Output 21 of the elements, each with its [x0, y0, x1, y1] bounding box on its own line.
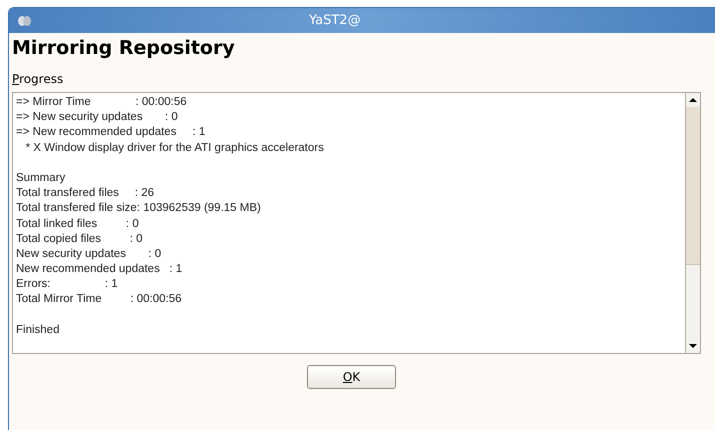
log-line: Total transfered files : 26 [16, 186, 154, 202]
log-line: * X Window display driver for the ATI graphics accelerators [24, 140, 324, 156]
log-line: Finished [16, 322, 60, 338]
app-icon [17, 14, 31, 26]
log-line: Summary [16, 170, 66, 186]
log-line: => New recommended updates : 1 [16, 125, 206, 140]
log-line: Total transfered file size: 103962539 (99.15 MB) [16, 201, 261, 216]
log-line: Total linked files : 0 [16, 216, 139, 232]
log-line: New security updates : 0 [16, 246, 162, 262]
progress-label: Progress [12, 71, 64, 88]
log-line: => Mirror Time : 00:00:56 [16, 95, 187, 110]
log-line: Total copied files : 0 [16, 232, 143, 247]
log-line: New recommended updates : 1 [16, 262, 182, 278]
scrollbar[interactable] [685, 93, 700, 353]
log-line: Total Mirror Time : 00:00:56 [16, 292, 182, 308]
ok-button[interactable]: OK [307, 365, 396, 389]
log-line: Errors: : 1 [16, 277, 118, 292]
log-line: => New security updates : 0 [16, 110, 178, 126]
window-title: YaST2@ [309, 12, 361, 30]
scroll-thumb[interactable] [686, 107, 700, 265]
page-heading: Mirroring Repository [12, 39, 235, 58]
